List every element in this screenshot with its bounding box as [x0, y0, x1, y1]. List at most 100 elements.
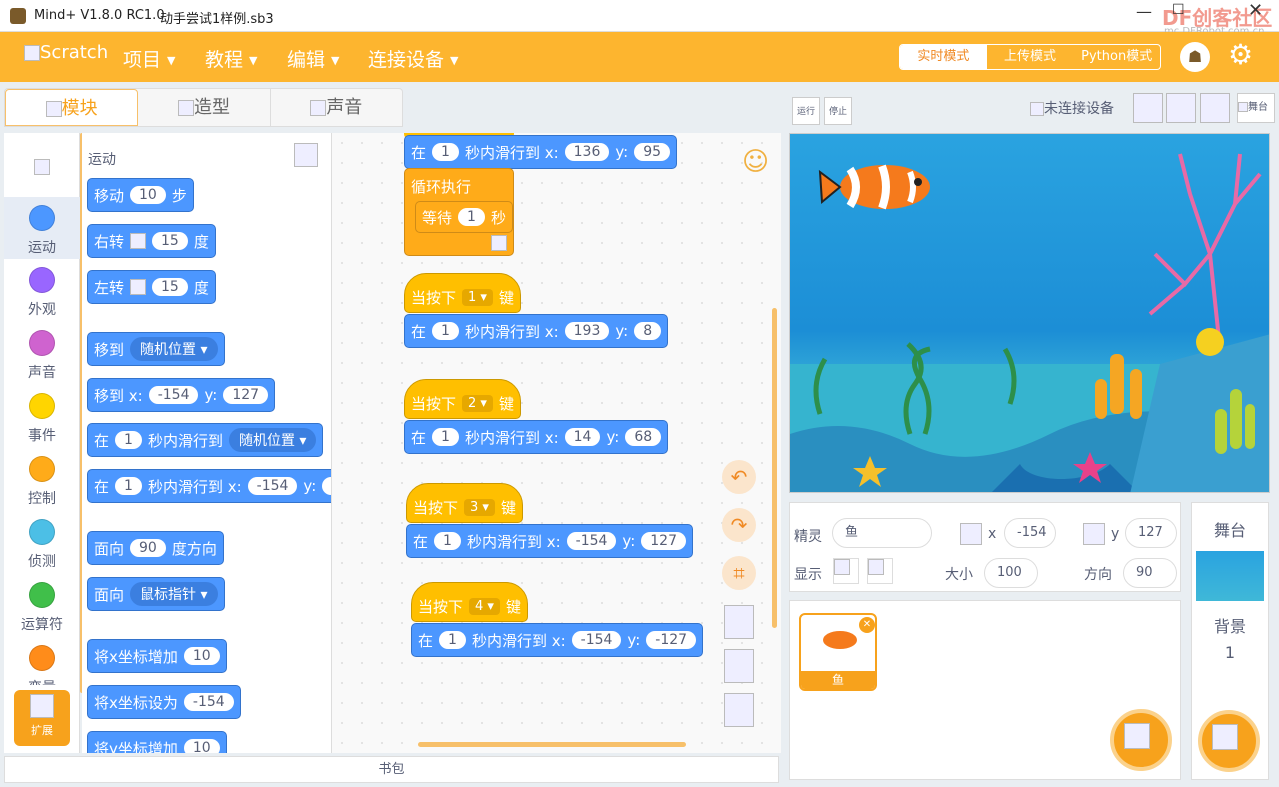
zoom-reset-icon[interactable]: [724, 693, 754, 727]
menu-connect-device[interactable]: 连接设备 ▼: [368, 45, 458, 72]
category-control[interactable]: 控制: [4, 456, 80, 508]
category-sensing[interactable]: 侦测: [4, 519, 80, 571]
stage-canvas[interactable]: [789, 133, 1270, 493]
mode-realtime[interactable]: 实时模式: [900, 45, 987, 69]
category-operators[interactable]: 运算符: [4, 582, 80, 634]
when-key-pressed-block[interactable]: 当按下 2 ▾ 键: [404, 379, 521, 419]
block-turn-left[interactable]: 左转 15 度: [87, 270, 216, 304]
crop-icon[interactable]: ⌗: [722, 556, 756, 590]
category-sound[interactable]: 声音: [4, 330, 80, 382]
category-events[interactable]: 事件: [4, 393, 80, 445]
workspace-vscrollbar[interactable]: [772, 308, 777, 628]
show-hidden-icon[interactable]: [867, 558, 893, 584]
value-input[interactable]: 10: [183, 647, 220, 665]
degrees-input[interactable]: 15: [152, 278, 188, 296]
add-sprite-button[interactable]: [1110, 709, 1172, 771]
block-move-steps[interactable]: 移动 10 步: [87, 178, 194, 212]
clownfish-sprite[interactable]: [818, 164, 930, 210]
value-input[interactable]: -154: [183, 693, 234, 711]
normal-stage-icon[interactable]: [1166, 93, 1196, 123]
x-input[interactable]: -154: [566, 532, 617, 550]
script-wait-block[interactable]: 等待 1 秒: [415, 201, 513, 233]
seconds-input[interactable]: 1: [115, 431, 142, 449]
palette-toggle-icon[interactable]: [294, 143, 318, 167]
sprite-name-input[interactable]: 鱼: [832, 518, 932, 548]
y-input[interactable]: 68: [625, 428, 662, 446]
block-glide-random[interactable]: 在 1 秒内滑行到 随机位置 ▾: [87, 423, 324, 457]
script-glide-xy[interactable]: 在 1 秒内滑行到 x: -154 y: 127: [406, 524, 693, 558]
when-key-pressed-block[interactable]: 当按下 3 ▾ 键: [406, 483, 523, 523]
stage-mode-button[interactable]: 舞台: [1237, 93, 1275, 123]
workspace-hscrollbar[interactable]: [418, 742, 686, 747]
block-turn-right[interactable]: 右转 15 度: [87, 224, 216, 258]
fullscreen-icon[interactable]: [1200, 93, 1230, 123]
menu-edit[interactable]: 编辑 ▼: [287, 45, 339, 72]
zoom-out-icon[interactable]: [724, 649, 754, 683]
gear-icon[interactable]: ⚙: [1228, 38, 1253, 71]
block-set-x[interactable]: 将x坐标设为 -154: [87, 685, 241, 719]
seconds-input[interactable]: 1: [115, 477, 142, 495]
x-input[interactable]: 14: [564, 428, 601, 446]
menu-tutorial[interactable]: 教程 ▼: [205, 45, 257, 72]
degrees-input[interactable]: 15: [152, 232, 188, 250]
small-stage-icon[interactable]: [1133, 93, 1163, 123]
zoom-in-icon[interactable]: [724, 605, 754, 639]
x-input[interactable]: -154: [1004, 518, 1056, 548]
minimize-button[interactable]: —: [1136, 2, 1152, 21]
script-glide-xy[interactable]: 在 1 秒内滑行到 x: 14 y: 68: [404, 420, 669, 454]
towards-dropdown[interactable]: 鼠标指针 ▾: [130, 582, 218, 606]
script-workspace[interactable]: 在 1 秒内滑行到 x: 136 y: 95 循环执行 等待 1 秒 当按下 1 ▾ 键 在 1 秒内…: [332, 133, 781, 753]
seconds-input[interactable]: 1: [434, 532, 461, 550]
x-input[interactable]: 193: [564, 322, 610, 340]
robot-avatar-icon[interactable]: ☗: [1180, 42, 1210, 72]
seconds-input[interactable]: 1: [432, 322, 459, 340]
sprite-thumb[interactable]: ✕ 鱼: [799, 613, 877, 691]
stage-select-panel[interactable]: 舞台 背景 1: [1191, 502, 1269, 780]
script-glide-xy[interactable]: 在 1 秒内滑行到 x: 136 y: 95: [404, 135, 678, 169]
x-input[interactable]: -154: [247, 477, 298, 495]
category-motion[interactable]: 运动: [4, 197, 80, 259]
maximize-button[interactable]: ☐: [1172, 2, 1185, 18]
direction-input[interactable]: 90: [130, 539, 166, 557]
block-glide-xy[interactable]: 在1秒内滑行到 x:-154y:1: [87, 469, 331, 503]
y-input[interactable]: 127: [1125, 518, 1177, 548]
key-dropdown[interactable]: 1 ▾: [462, 288, 493, 306]
backpack-bar[interactable]: 书包: [4, 756, 779, 783]
menu-project[interactable]: 项目 ▼: [123, 45, 175, 72]
block-goto[interactable]: 移到 随机位置 ▾: [87, 332, 225, 366]
script-glide-xy[interactable]: 在 1 秒内滑行到 x: -154 y: -127: [411, 623, 704, 657]
seconds-input[interactable]: 1: [439, 631, 466, 649]
y-input[interactable]: 127: [223, 386, 269, 404]
block-change-y[interactable]: 将y坐标增加 10: [87, 731, 227, 753]
x-input[interactable]: -154: [148, 386, 199, 404]
y-input[interactable]: 127: [641, 532, 686, 550]
extension-button[interactable]: 扩展: [14, 690, 70, 746]
direction-input[interactable]: 90: [1123, 558, 1177, 588]
device-status[interactable]: 未连接设备: [1030, 98, 1114, 118]
x-input[interactable]: -154: [571, 631, 622, 649]
mode-upload[interactable]: 上传模式: [987, 45, 1074, 69]
scratch-logo[interactable]: Scratch: [24, 42, 108, 63]
show-visible-icon[interactable]: [833, 558, 859, 584]
when-key-pressed-block[interactable]: 当按下 4 ▾ 键: [411, 582, 528, 622]
tab-blocks[interactable]: 模块: [5, 89, 139, 126]
when-key-pressed-block[interactable]: 当按下 1 ▾ 键: [404, 273, 521, 313]
add-backdrop-button[interactable]: [1198, 710, 1260, 772]
key-dropdown[interactable]: 4 ▾: [469, 597, 500, 615]
stop-button[interactable]: 停止: [824, 97, 852, 125]
run-button[interactable]: 运行: [792, 97, 820, 125]
size-input[interactable]: 100: [984, 558, 1038, 588]
script-glide-xy[interactable]: 在 1 秒内滑行到 x: 193 y: 8: [404, 314, 669, 348]
y-input[interactable]: 95: [634, 143, 671, 161]
key-dropdown[interactable]: 2 ▾: [462, 394, 493, 412]
y-input[interactable]: -127: [646, 631, 697, 649]
mode-python[interactable]: Python模式: [1073, 45, 1160, 69]
y-input[interactable]: 8: [634, 322, 662, 340]
script-forever-block[interactable]: 循环执行 等待 1 秒: [404, 168, 514, 256]
block-change-x[interactable]: 将x坐标增加 10: [87, 639, 227, 673]
redo-icon[interactable]: ↷: [722, 508, 756, 542]
seconds-input[interactable]: 1: [458, 208, 485, 226]
y-input[interactable]: 1: [322, 477, 331, 495]
value-input[interactable]: 10: [183, 739, 220, 753]
x-input[interactable]: 136: [564, 143, 610, 161]
